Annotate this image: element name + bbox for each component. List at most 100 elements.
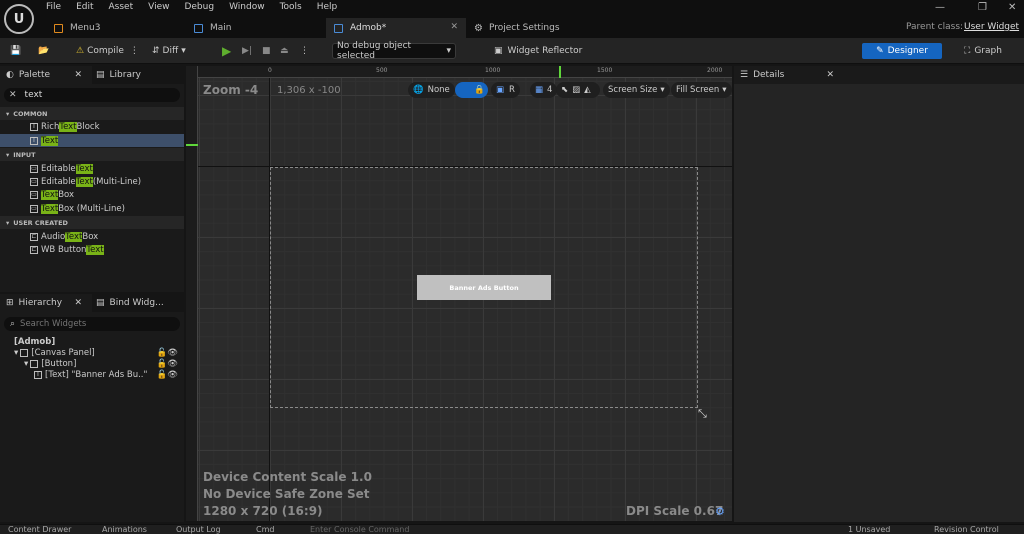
lock-toggle[interactable]: 🔒 — [455, 82, 488, 98]
palette-search-input[interactable]: text — [25, 90, 43, 100]
rich-text-icon: T — [30, 122, 38, 131]
image-icon: ▨ — [572, 85, 581, 95]
status-bar: Content Drawer Animations Output Log Cmd… — [0, 524, 1024, 534]
menu-asset[interactable]: Asset — [109, 2, 134, 14]
device-resolution: 1280 x 720 (16:9) — [203, 504, 323, 518]
screen-size-dropdown[interactable]: Screen Size ▾ — [603, 82, 670, 98]
more-options-icon[interactable]: ⋮ — [130, 46, 139, 56]
tab-menu3[interactable]: Menu3 — [46, 18, 181, 38]
parent-class-link[interactable]: User Widget — [964, 22, 1019, 32]
snap-icon: ▣ — [496, 85, 505, 95]
section-input[interactable]: ▾ INPUT — [0, 148, 184, 161]
palette-item-audio-text-box[interactable]: ⊏ Audio Text Box — [0, 230, 184, 243]
palette-item-text-box[interactable]: ▭ Text Box — [0, 188, 184, 201]
stop-icon[interactable]: ■ — [262, 43, 271, 59]
view-options[interactable]: ⬉ ▨ ◭ — [556, 82, 600, 98]
widget-reflector-button[interactable]: ▣ Widget Reflector — [494, 43, 582, 59]
close-icon[interactable]: ✕ — [74, 298, 82, 308]
designer-button[interactable]: ✎ Designer — [862, 43, 942, 59]
reflector-icon: ▣ — [494, 46, 503, 56]
chevron-down-icon: ▾ — [181, 46, 186, 56]
output-log-button[interactable]: Output Log — [176, 525, 221, 534]
localization-preview[interactable]: 🌐 None — [408, 82, 455, 98]
grid-icon: ▦ — [535, 85, 544, 95]
step-icon[interactable]: ▶| — [242, 43, 252, 59]
menu-view[interactable]: View — [148, 2, 169, 14]
compile-button[interactable]: ⚠ Compile ⋮ — [76, 43, 139, 59]
tab-admob[interactable]: Admob* ✕ — [326, 18, 466, 38]
menu-tools[interactable]: Tools — [280, 2, 302, 14]
close-icon[interactable]: ✕ — [826, 70, 834, 80]
hierarchy-tab[interactable]: ⊞ Hierarchy ✕ — [0, 294, 90, 312]
tab-project-settings[interactable]: ⚙ Project Settings — [466, 18, 606, 38]
parent-class-label: Parent class: — [906, 22, 964, 32]
user-widget-icon: ⊏ — [30, 232, 38, 241]
banner-ads-button[interactable]: Banner Ads Button — [417, 275, 551, 300]
library-tab[interactable]: ▤ Library — [92, 66, 184, 84]
unsaved-button[interactable]: 1 Unsaved — [848, 525, 890, 534]
safe-zone-label: No Device Safe Zone Set — [203, 487, 370, 501]
lock-eye-icon[interactable]: 🔓👁 — [157, 370, 178, 380]
play-icon[interactable]: ▶ — [222, 43, 231, 59]
console-input[interactable]: Enter Console Command — [310, 525, 409, 534]
save-icon[interactable]: 💾 — [10, 43, 21, 59]
more-play-icon[interactable]: ⋮ — [300, 43, 309, 59]
menu-debug[interactable]: Debug — [184, 2, 214, 14]
animations-button[interactable]: Animations — [102, 525, 147, 534]
debug-object-select[interactable]: No debug object selected ▾ — [332, 41, 456, 61]
palette-item-editable-text[interactable]: ▭ Editable Text — [0, 162, 184, 175]
user-widget-icon: ⊏ — [30, 245, 38, 254]
lock-eye-icon[interactable]: 🔓👁 — [157, 348, 178, 358]
grid-snap-control[interactable]: ▦ 4 — [530, 82, 558, 98]
lock-eye-icon[interactable]: 🔓👁 — [157, 359, 178, 369]
palette-tab[interactable]: ◐ Palette ✕ — [0, 66, 90, 84]
content-drawer-button[interactable]: Content Drawer — [8, 525, 71, 534]
chevron-down-icon: ▾ — [722, 85, 727, 95]
chevron-down-icon: ▾ — [660, 85, 665, 95]
tree-text[interactable]: T [Text] "Banner Ads Bu.." 🔓👁 — [0, 368, 184, 381]
fill-screen-dropdown[interactable]: Fill Screen ▾ — [671, 82, 732, 98]
menu-window[interactable]: Window — [229, 2, 265, 14]
palette-item-text-box-multiline[interactable]: ▭ Text Box (Multi-Line) — [0, 202, 184, 215]
close-icon[interactable]: ✕ — [74, 70, 82, 80]
search-widgets-input[interactable] — [20, 319, 161, 329]
palette-item-editable-text-multiline[interactable]: ▭ Editable Text (Multi-Line) — [0, 175, 184, 188]
text-icon: T — [34, 370, 42, 379]
menu-bar: File Edit Asset View Debug Window Tools … — [46, 2, 352, 14]
mountain-icon: ◭ — [584, 85, 591, 95]
clear-search-icon[interactable]: ✕ — [9, 90, 17, 100]
resize-handle-icon[interactable]: ⤡ — [698, 407, 707, 421]
globe-icon: 🌐 — [413, 85, 424, 95]
dpi-settings-gear-icon[interactable]: ⚙ — [715, 505, 725, 518]
hierarchy-search[interactable]: ⌕ — [4, 317, 180, 331]
bind-widgets-tab[interactable]: ▤ Bind Widg... — [92, 294, 184, 312]
eject-icon[interactable]: ⏏ — [280, 43, 289, 59]
diff-button[interactable]: ⇵ Diff ▾ — [152, 43, 186, 59]
menu-edit[interactable]: Edit — [76, 2, 93, 14]
menu-help[interactable]: Help — [317, 2, 338, 14]
editable-text-icon: ▭ — [30, 164, 38, 173]
menu-file[interactable]: File — [46, 2, 61, 14]
revision-control-button[interactable]: Revision Control — [934, 525, 999, 534]
close-icon[interactable]: ✕ — [450, 22, 458, 32]
restore-icon[interactable]: ❐ — [978, 2, 987, 13]
section-common[interactable]: ▾ COMMON — [0, 107, 184, 120]
respect-locks-toggle[interactable]: ▣ R — [491, 82, 520, 98]
tab-main[interactable]: Main — [186, 18, 321, 38]
unreal-logo-icon[interactable]: U — [4, 4, 34, 34]
lock-icon: 🔒 — [474, 85, 485, 95]
minimize-icon[interactable]: — — [935, 2, 945, 13]
cmd-dropdown[interactable]: Cmd — [256, 525, 274, 534]
palette-search[interactable]: ✕ text — [4, 88, 180, 102]
palette-item-rich-text-block[interactable]: T Rich Text Block — [0, 120, 184, 133]
gear-icon: ⚙ — [474, 22, 483, 34]
palette-item-wb-button-text[interactable]: ⊏ WB Button Text — [0, 243, 184, 256]
dpi-scale: DPI Scale 0.67 — [626, 504, 724, 518]
graph-button[interactable]: ⛶ Graph — [964, 43, 1002, 59]
section-user-created[interactable]: ▾ USER CREATED — [0, 216, 184, 229]
close-window-icon[interactable]: ✕ — [1008, 2, 1016, 13]
palette-item-text[interactable]: T Text — [0, 134, 184, 147]
details-tab[interactable]: ☰ Details ✕ — [734, 66, 842, 84]
browse-icon[interactable]: 📂 — [38, 43, 49, 59]
editable-text-multiline-icon: ▭ — [30, 177, 38, 186]
